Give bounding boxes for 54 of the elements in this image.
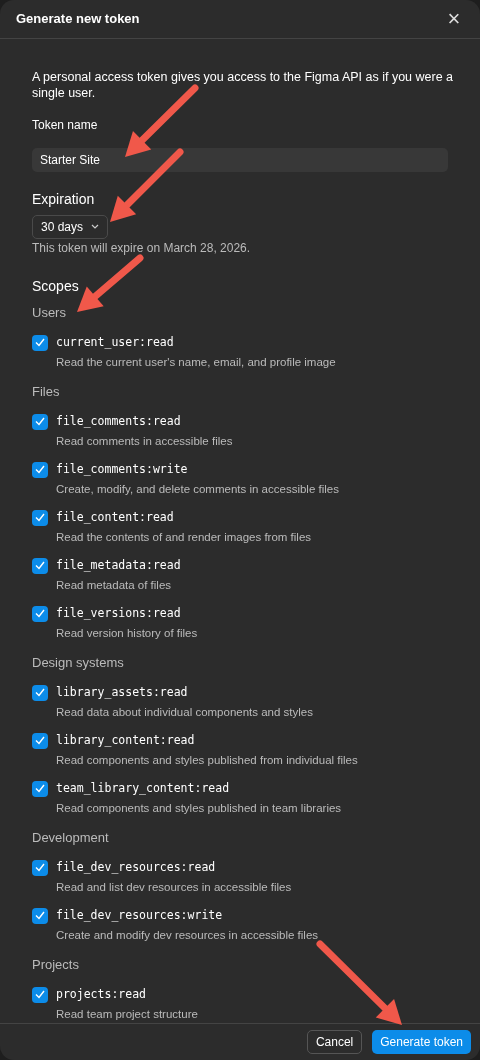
section-heading: Expiration — [32, 189, 96, 208]
group-heading: Design systems — [32, 654, 125, 671]
scope-description: Create, modify, and delete comments in accessible files — [55, 481, 340, 497]
checkbox[interactable] — [32, 605, 48, 622]
checkbox[interactable] — [32, 684, 48, 701]
checkbox[interactable] — [32, 732, 48, 749]
checkbox[interactable] — [32, 413, 48, 430]
scope-description: Read the contents of and render images from files — [55, 529, 313, 545]
scope-description: Read and list dev resources in accessible files — [55, 879, 293, 895]
expiration-dropdown[interactable]: 30 days — [32, 214, 109, 239]
cancel-button[interactable]: Cancel — [306, 1029, 363, 1054]
checkbox[interactable] — [32, 907, 48, 924]
checkbox[interactable] — [32, 509, 48, 526]
close-button[interactable]: × — [444, 8, 464, 29]
scope-name: projects:read — [56, 986, 146, 1004]
generate-token-button[interactable]: Generate token — [372, 1029, 471, 1054]
scope-name: file_comments:write — [56, 461, 188, 479]
scope-name: library_content:read — [56, 732, 195, 750]
checkbox[interactable] — [32, 461, 48, 478]
scope-name: file_versions:read — [56, 605, 181, 623]
scope-description: Read data about individual components and styles — [55, 704, 314, 720]
scope-description: Read the current user's name, email, and profile image — [55, 354, 337, 370]
section-heading: Scopes — [32, 276, 80, 295]
scope-description: Read components and styles published from individual files — [55, 752, 359, 768]
scope-name: file_metadata:read — [56, 557, 181, 575]
checkbox[interactable] — [32, 780, 48, 797]
description-text: A personal access token gives you access to the Figma API as if you were a single user. — [32, 68, 455, 101]
scope-name: library_assets:read — [56, 684, 188, 702]
group-heading: Users — [32, 304, 67, 321]
scope-name: file_dev_resources:read — [56, 859, 216, 877]
scope-description: Read metadata of files — [55, 577, 173, 593]
scope-name: file_comments:read — [56, 413, 181, 431]
scope-name: team_library_content:read — [56, 780, 230, 798]
chevron-down-icon — [91, 224, 100, 230]
group-heading: Projects — [32, 956, 80, 973]
checkbox[interactable] — [32, 986, 48, 1003]
scope-name: current_user:read — [56, 334, 174, 352]
checkbox[interactable] — [32, 859, 48, 876]
field-label: Token name — [32, 116, 99, 133]
checkbox[interactable] — [32, 557, 48, 574]
scope-description: Read version history of files — [55, 625, 199, 641]
expiration-note: This token will expire on March 28, 2026. — [32, 239, 252, 256]
dialog-title: Generate new token — [16, 10, 140, 29]
scope-description: Read team project structure — [55, 1006, 199, 1022]
checkbox[interactable] — [32, 334, 48, 351]
scope-description: Read components and styles published in team libraries — [55, 800, 343, 816]
token-name-field[interactable]: Starter Site — [32, 147, 448, 172]
group-heading: Development — [32, 829, 110, 846]
annotation-arrow — [77, 254, 144, 312]
group-heading: Files — [32, 383, 61, 400]
scope-description: Create and modify dev resources in accessible files — [55, 927, 320, 943]
scope-description: Read comments in accessible files — [55, 433, 234, 449]
scope-name: file_dev_resources:write — [56, 907, 223, 925]
scope-name: file_content:read — [56, 509, 174, 527]
